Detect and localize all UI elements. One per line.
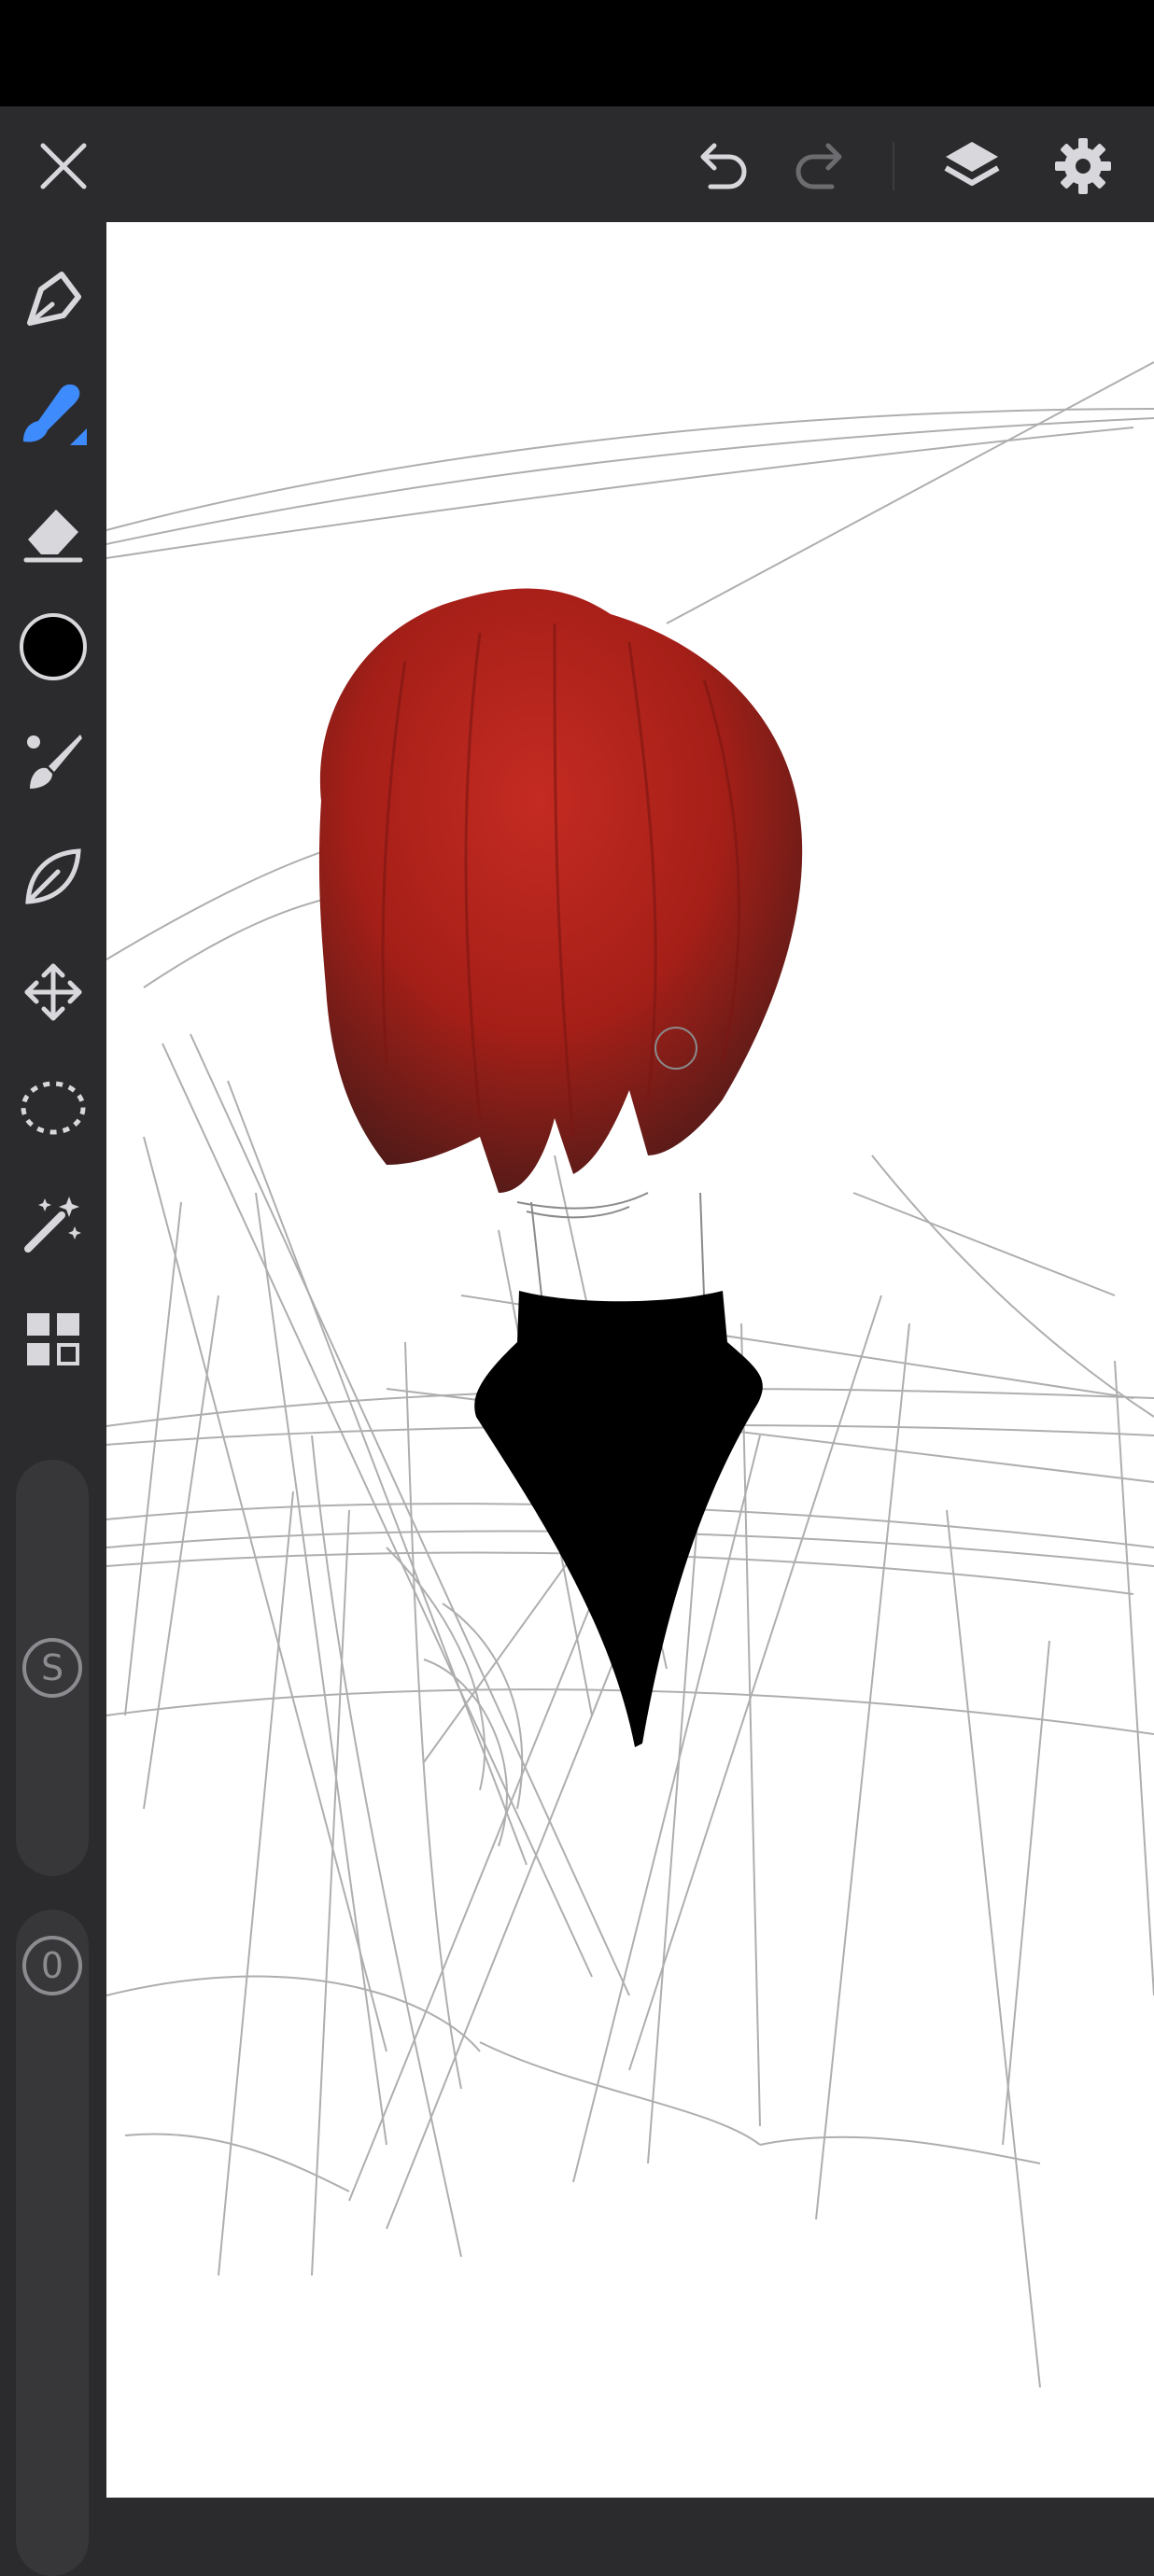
brush-size-slider[interactable]: S: [16, 1460, 89, 1876]
brush-icon: [23, 384, 87, 445]
pen-icon: [27, 272, 81, 326]
brush-opacity-slider[interactable]: 0: [16, 1910, 89, 2576]
toolbar-divider: [893, 142, 894, 190]
status-bar: [0, 0, 1154, 106]
drawing-canvas[interactable]: [106, 222, 1154, 2498]
layers-button[interactable]: [933, 127, 1011, 205]
leaf-icon: [25, 848, 81, 904]
lasso-icon: [21, 1081, 86, 1135]
redo-icon: [795, 143, 842, 189]
layers-icon: [944, 142, 1000, 186]
color-swatch: [20, 613, 87, 680]
paint-brush-tool[interactable]: [13, 721, 93, 802]
close-button[interactable]: [24, 127, 103, 205]
color-picker[interactable]: [13, 607, 93, 687]
eraser-icon: [23, 510, 83, 563]
grid-icon: [27, 1313, 79, 1365]
redo-button[interactable]: [781, 127, 860, 205]
hair: [318, 588, 803, 1193]
tool-rail: S 0: [0, 222, 106, 2576]
lasso-select-tool[interactable]: [13, 1068, 93, 1148]
brush-tool[interactable]: [13, 373, 93, 454]
paintbrush-icon: [27, 735, 82, 789]
turtleneck: [474, 1291, 763, 1747]
size-slider-label: S: [22, 1638, 82, 1698]
magic-wand-tool[interactable]: [13, 1183, 93, 1264]
opacity-slider-label: 0: [22, 1936, 82, 1995]
transform-tool[interactable]: [13, 952, 93, 1032]
eraser-tool[interactable]: [13, 493, 93, 573]
smudge-tool[interactable]: [13, 836, 93, 917]
top-toolbar: [0, 106, 1154, 222]
undo-button[interactable]: [683, 127, 761, 205]
gear-icon: [1055, 138, 1111, 194]
pen-tool[interactable]: [13, 259, 93, 340]
move-arrows-icon: [24, 963, 82, 1021]
close-icon: [40, 143, 87, 189]
undo-icon: [700, 143, 747, 189]
magic-wand-icon: [24, 1197, 81, 1253]
more-tools[interactable]: [13, 1299, 93, 1379]
settings-button[interactable]: [1044, 127, 1122, 205]
artwork: [106, 361, 1154, 2388]
